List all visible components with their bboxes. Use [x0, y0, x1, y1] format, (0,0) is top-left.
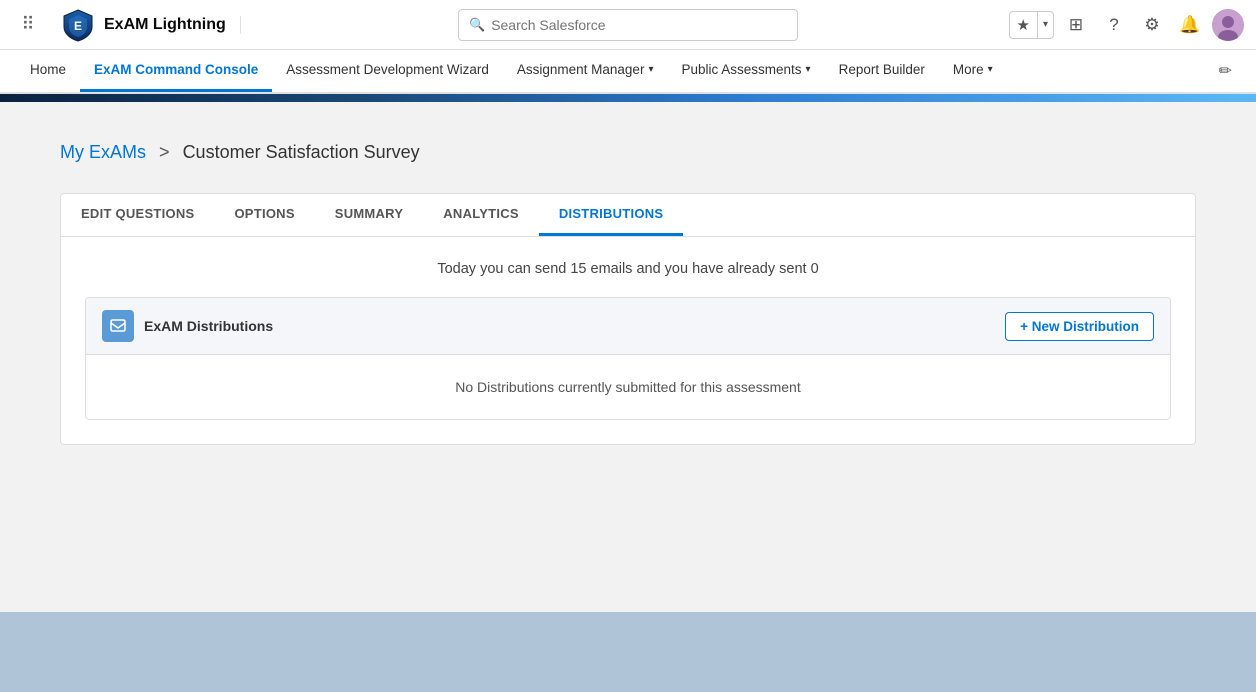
search-bar: 🔍 [458, 9, 798, 41]
help-icon[interactable]: ? [1098, 9, 1130, 41]
new-distribution-button[interactable]: + New Distribution [1005, 312, 1154, 341]
nav-item-assessment-wizard[interactable]: Assessment Development Wizard [272, 50, 503, 92]
utility-bar: ⠿ E ExAM Lightning 🔍 ★ ▾ ⊞ [0, 0, 1256, 50]
nav-edit-icon[interactable]: ✏ [1211, 50, 1240, 92]
add-icon[interactable]: ⊞ [1060, 9, 1092, 41]
breadcrumb-separator: > [159, 142, 170, 162]
distribution-card: ExAM Distributions + New Distribution No… [85, 297, 1171, 420]
assignment-manager-chevron-icon: ▾ [648, 64, 653, 75]
breadcrumb: My ExAMs > Customer Satisfaction Survey [60, 142, 1196, 163]
tab-container: EDIT QUESTIONS OPTIONS SUMMARY ANALYTICS… [60, 193, 1196, 445]
email-notice: Today you can send 15 emails and you hav… [85, 261, 1171, 277]
settings-icon[interactable]: ⚙ [1136, 9, 1168, 41]
distribution-card-body: No Distributions currently submitted for… [86, 355, 1170, 419]
avatar[interactable] [1212, 9, 1244, 41]
distribution-icon [102, 310, 134, 342]
nav-bar: Home ExAM Command Console Assessment Dev… [0, 50, 1256, 94]
nav-item-public-assessments[interactable]: Public Assessments ▾ [667, 50, 824, 92]
utility-icons-group: ★ ▾ ⊞ ? ⚙ 🔔 [1009, 9, 1244, 41]
tab-analytics[interactable]: ANALYTICS [423, 194, 539, 236]
public-assessments-chevron-icon: ▾ [806, 64, 811, 75]
apps-icon[interactable]: ⠿ [12, 14, 44, 35]
nav-item-home[interactable]: Home [16, 50, 80, 92]
search-icon: 🔍 [469, 17, 485, 33]
tab-options[interactable]: OPTIONS [214, 194, 314, 236]
more-chevron-icon: ▾ [988, 64, 993, 75]
nav-item-assignment-manager[interactable]: Assignment Manager ▾ [503, 50, 668, 92]
tab-summary[interactable]: SUMMARY [315, 194, 424, 236]
tab-bar: EDIT QUESTIONS OPTIONS SUMMARY ANALYTICS… [61, 194, 1195, 237]
footer-area [0, 612, 1256, 692]
distribution-card-header: ExAM Distributions + New Distribution [86, 298, 1170, 355]
search-input[interactable] [491, 17, 787, 33]
gradient-band [0, 94, 1256, 102]
shield-icon: E [60, 7, 96, 43]
distributions-tab-content: Today you can send 15 emails and you hav… [61, 237, 1195, 444]
breadcrumb-link[interactable]: My ExAMs [60, 142, 146, 162]
notifications-icon[interactable]: 🔔 [1174, 9, 1206, 41]
star-icon: ★ [1010, 12, 1038, 38]
nav-item-report-builder[interactable]: Report Builder [825, 50, 939, 92]
app-name: ExAM Lightning [104, 16, 241, 34]
logo-area: ⠿ E ExAM Lightning [12, 7, 245, 43]
breadcrumb-current: Customer Satisfaction Survey [183, 142, 420, 162]
tab-edit-questions[interactable]: EDIT QUESTIONS [61, 194, 214, 236]
svg-text:E: E [74, 19, 82, 33]
favorites-chevron-icon: ▾ [1038, 12, 1053, 38]
favorites-button[interactable]: ★ ▾ [1009, 11, 1054, 39]
nav-item-more[interactable]: More ▾ [939, 50, 1007, 92]
nav-item-command-console[interactable]: ExAM Command Console [80, 50, 272, 92]
main-content: My ExAMs > Customer Satisfaction Survey … [0, 102, 1256, 612]
tab-distributions[interactable]: DISTRIBUTIONS [539, 194, 684, 236]
distribution-card-title: ExAM Distributions [102, 310, 273, 342]
